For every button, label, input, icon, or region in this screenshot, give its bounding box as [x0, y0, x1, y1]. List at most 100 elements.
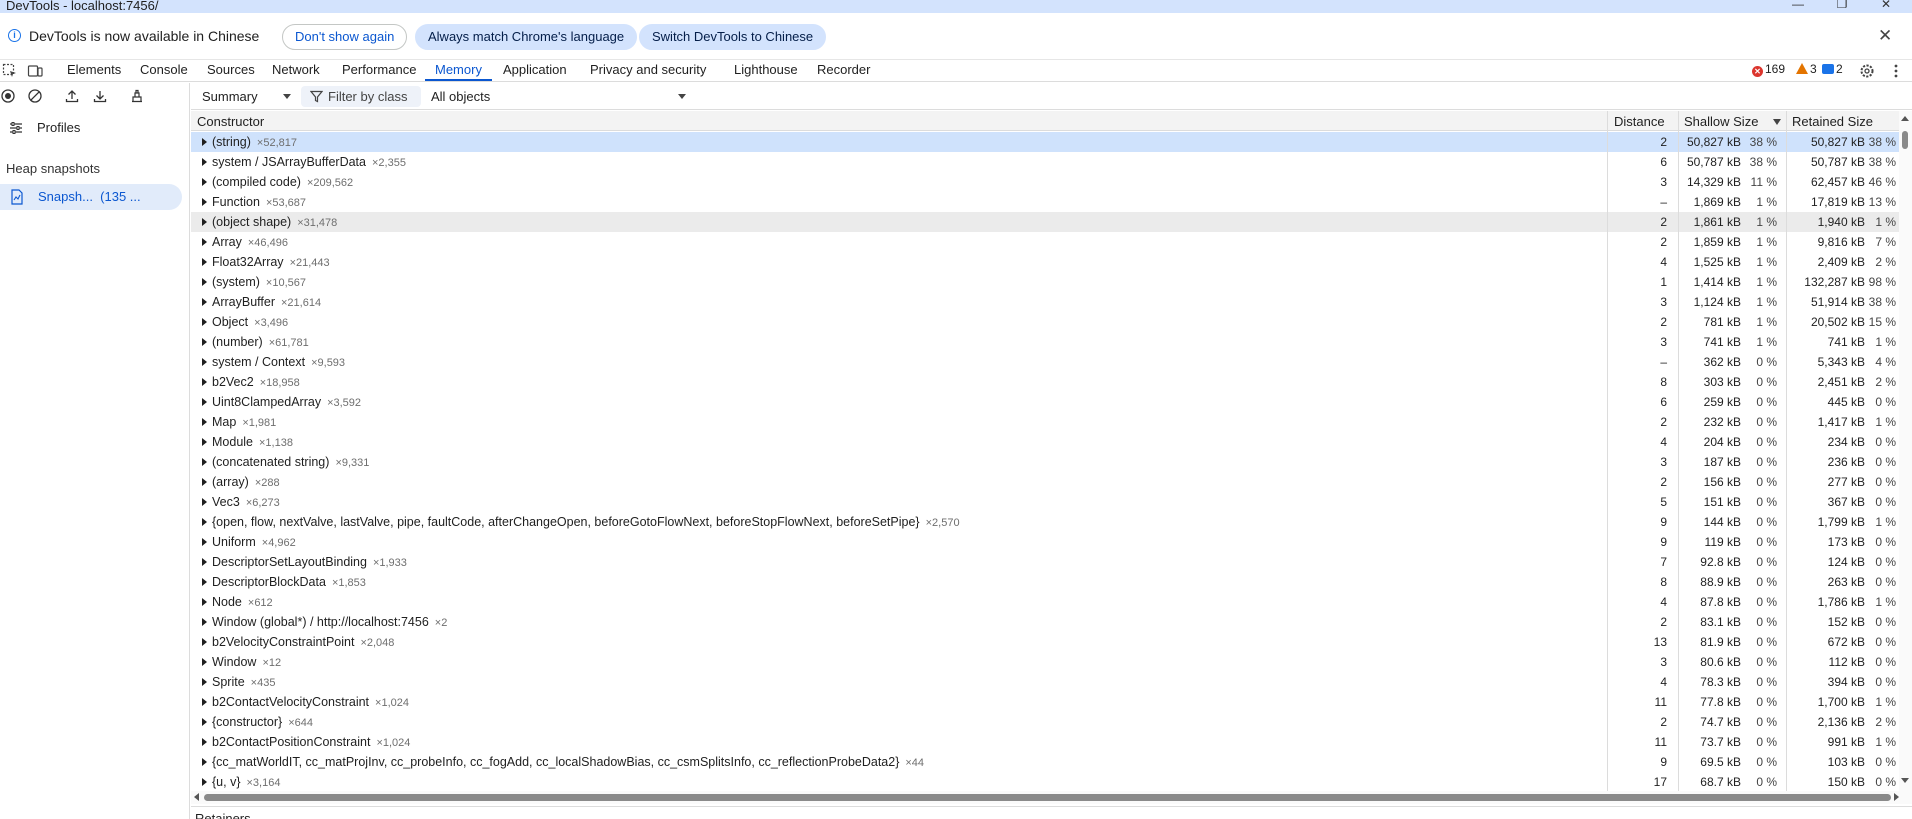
table-row[interactable]: Float32Array ×21,443 4 1,525 kB 1 % 2,409 kB 2… — [191, 252, 1901, 272]
expand-arrow-icon[interactable] — [202, 658, 207, 666]
table-row[interactable]: Sprite ×435 4 78.3 kB 0 % 394 kB 0 % — [191, 672, 1901, 692]
table-row[interactable]: Array ×46,496 2 1,859 kB 1 % 9,816 kB 7 % — [191, 232, 1901, 252]
table-row[interactable]: {constructor} ×644 2 74.7 kB 0 % 2,136 kB 2 % — [191, 712, 1901, 732]
table-row[interactable]: Object ×3,496 2 781 kB 1 % 20,502 kB 15 % — [191, 312, 1901, 332]
expand-arrow-icon[interactable] — [202, 598, 207, 606]
table-row[interactable]: Vec3 ×6,273 5 151 kB 0 % 367 kB 0 % — [191, 492, 1901, 512]
device-toolbar-icon[interactable] — [27, 63, 43, 79]
expand-arrow-icon[interactable] — [202, 458, 207, 466]
column-retained-size[interactable]: Retained Size — [1792, 114, 1873, 129]
scroll-left-icon[interactable] — [194, 793, 199, 801]
class-filter[interactable]: Filter by class — [301, 86, 421, 107]
table-row[interactable]: Map ×1,981 2 232 kB 0 % 1,417 kB 1 % — [191, 412, 1901, 432]
expand-arrow-icon[interactable] — [202, 518, 207, 526]
expand-arrow-icon[interactable] — [202, 638, 207, 646]
table-row[interactable]: system / JSArrayBufferData ×2,355 6 50,787 … — [191, 152, 1901, 172]
table-row[interactable]: (object shape) ×31,478 2 1,861 kB 1 % 1,940 k… — [191, 212, 1901, 232]
table-row[interactable]: {open, flow, nextValve, lastValve, pipe,… — [191, 512, 1901, 532]
table-row[interactable]: ArrayBuffer ×21,614 3 1,124 kB 1 % 51,914 kB 3… — [191, 292, 1901, 312]
scroll-right-icon[interactable] — [1894, 793, 1899, 801]
expand-arrow-icon[interactable] — [202, 718, 207, 726]
warnings-badge[interactable]: 3 — [1796, 62, 1817, 76]
horizontal-scroll-thumb[interactable] — [204, 794, 1891, 801]
table-row[interactable]: {cc_matWorldIT, cc_matProjInv, cc_probeI… — [191, 752, 1901, 772]
expand-arrow-icon[interactable] — [202, 158, 207, 166]
table-row[interactable]: (concatenated string) ×9,331 3 187 kB 0 % 236… — [191, 452, 1901, 472]
tab-privacy-security[interactable]: Privacy and security — [590, 62, 706, 77]
expand-arrow-icon[interactable] — [202, 778, 207, 786]
table-row[interactable]: Node ×612 4 87.8 kB 0 % 1,786 kB 1 % — [191, 592, 1901, 612]
expand-arrow-icon[interactable] — [202, 498, 207, 506]
tab-network[interactable]: Network — [272, 62, 320, 77]
table-row[interactable]: (array) ×288 2 156 kB 0 % 277 kB 0 % — [191, 472, 1901, 492]
expand-arrow-icon[interactable] — [202, 558, 207, 566]
table-row[interactable]: Uniform ×4,962 9 119 kB 0 % 173 kB 0 % — [191, 532, 1901, 552]
tab-recorder[interactable]: Recorder — [817, 62, 870, 77]
expand-arrow-icon[interactable] — [202, 538, 207, 546]
table-row[interactable]: Window (global*) / http://localhost:7456… — [191, 612, 1901, 632]
garbage-collect-icon[interactable] — [129, 88, 145, 104]
tab-application[interactable]: Application — [503, 62, 567, 77]
table-row[interactable]: Window ×12 3 80.6 kB 0 % 112 kB 0 % — [191, 652, 1901, 672]
table-row[interactable]: DescriptorSetLayoutBinding ×1,933 7 92.8 kB… — [191, 552, 1901, 572]
expand-arrow-icon[interactable] — [202, 198, 207, 206]
tab-performance[interactable]: Performance — [342, 62, 416, 77]
column-constructor[interactable]: Constructor — [197, 114, 264, 129]
upload-icon[interactable] — [64, 88, 80, 104]
expand-arrow-icon[interactable] — [202, 438, 207, 446]
table-row[interactable]: b2ContactVelocityConstraint ×1,024 11 77.8 … — [191, 692, 1901, 712]
column-distance[interactable]: Distance — [1614, 114, 1665, 129]
horizontal-scrollbar[interactable] — [191, 791, 1912, 804]
expand-arrow-icon[interactable] — [202, 758, 207, 766]
table-row[interactable]: (number) ×61,781 3 741 kB 1 % 741 kB 1 % — [191, 332, 1901, 352]
view-select[interactable]: Summary — [202, 89, 258, 104]
expand-arrow-icon[interactable] — [202, 278, 207, 286]
expand-arrow-icon[interactable] — [202, 218, 207, 226]
messages-badge[interactable]: 2 — [1822, 62, 1843, 76]
vertical-scroll-thumb[interactable] — [1902, 131, 1908, 149]
expand-arrow-icon[interactable] — [202, 178, 207, 186]
expand-arrow-icon[interactable] — [202, 678, 207, 686]
table-row[interactable]: b2VelocityConstraintPoint ×2,048 13 81.9 kB… — [191, 632, 1901, 652]
expand-arrow-icon[interactable] — [202, 358, 207, 366]
snapshot-item[interactable]: Snapsh... (135 ... — [0, 184, 182, 210]
expand-arrow-icon[interactable] — [202, 378, 207, 386]
table-row[interactable]: Function ×53,687 – 1,869 kB 1 % 17,819 kB 13 % — [191, 192, 1901, 212]
scroll-up-icon[interactable] — [1901, 116, 1909, 121]
expand-arrow-icon[interactable] — [202, 618, 207, 626]
clear-icon[interactable] — [27, 88, 43, 104]
close-window-icon[interactable]: ✕ — [1878, 0, 1894, 11]
gear-icon[interactable] — [1859, 63, 1875, 79]
close-infobar-icon[interactable]: ✕ — [1878, 26, 1892, 46]
expand-arrow-icon[interactable] — [202, 338, 207, 346]
switch-to-chinese-button[interactable]: Switch DevTools to Chinese — [639, 24, 827, 50]
expand-arrow-icon[interactable] — [202, 478, 207, 486]
expand-arrow-icon[interactable] — [202, 418, 207, 426]
restore-icon[interactable]: ❐ — [1834, 0, 1850, 11]
expand-arrow-icon[interactable] — [202, 698, 207, 706]
always-match-language-button[interactable]: Always match Chrome's language — [415, 24, 638, 50]
expand-arrow-icon[interactable] — [202, 298, 207, 306]
scroll-down-icon[interactable] — [1901, 778, 1909, 783]
tab-lighthouse[interactable]: Lighthouse — [734, 62, 798, 77]
tab-sources[interactable]: Sources — [207, 62, 255, 77]
dont-show-again-button[interactable]: Don't show again — [282, 24, 408, 50]
expand-arrow-icon[interactable] — [202, 238, 207, 246]
tab-elements[interactable]: Elements — [67, 62, 121, 77]
table-row[interactable]: (compiled code) ×209,562 3 14,329 kB 11 % 62,… — [191, 172, 1901, 192]
table-row[interactable]: Module ×1,138 4 204 kB 0 % 234 kB 0 % — [191, 432, 1901, 452]
errors-badge[interactable]: ✕ 169 — [1752, 62, 1785, 77]
record-icon[interactable] — [0, 88, 16, 104]
table-row[interactable]: (system) ×10,567 1 1,414 kB 1 % 132,287 kB 98 … — [191, 272, 1901, 292]
tab-memory[interactable]: Memory — [435, 62, 482, 77]
table-row[interactable]: {u, v} ×3,164 17 68.7 kB 0 % 150 kB 0 % — [191, 772, 1901, 791]
table-row[interactable]: b2Vec2 ×18,958 8 303 kB 0 % 2,451 kB 2 % — [191, 372, 1901, 392]
column-shallow-size[interactable]: Shallow Size — [1684, 114, 1758, 129]
vertical-scrollbar[interactable] — [1899, 111, 1912, 791]
table-row[interactable]: Uint8ClampedArray ×3,592 6 259 kB 0 % 445 kB 0… — [191, 392, 1901, 412]
tab-console[interactable]: Console — [140, 62, 188, 77]
inspect-element-icon[interactable] — [2, 63, 18, 79]
expand-arrow-icon[interactable] — [202, 138, 207, 146]
expand-arrow-icon[interactable] — [202, 258, 207, 266]
profiles-header[interactable]: Profiles — [0, 117, 190, 139]
